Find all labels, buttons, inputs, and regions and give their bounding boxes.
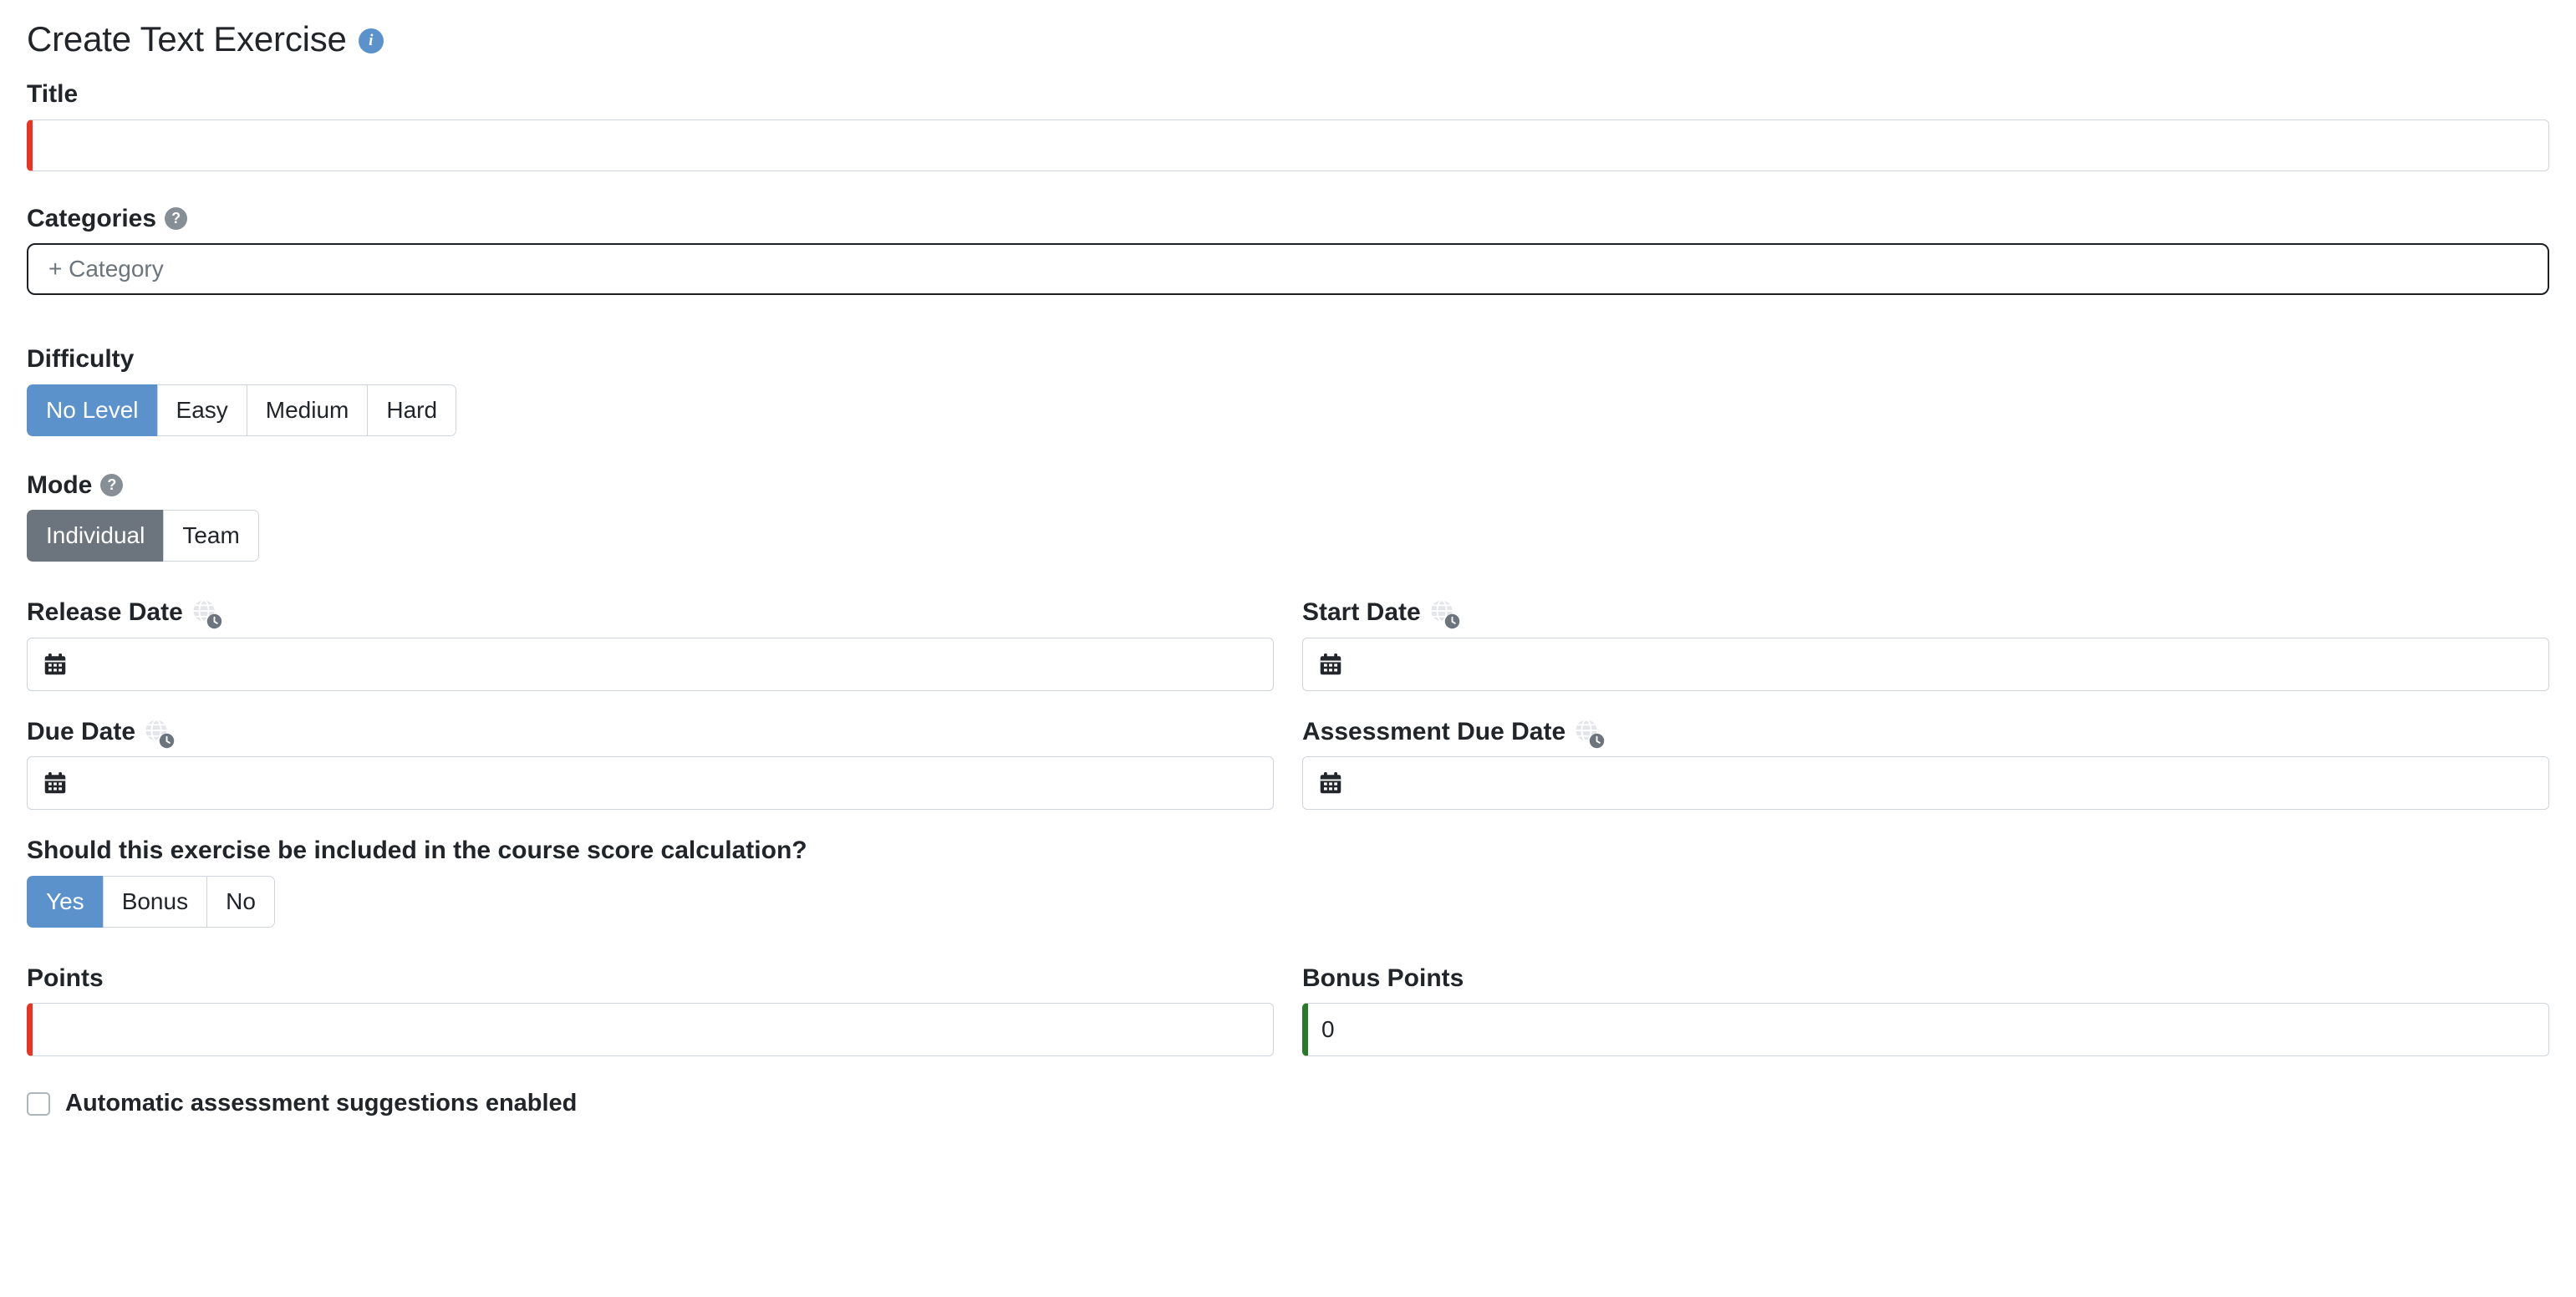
- categories-label: Categories ?: [27, 205, 2549, 234]
- difficulty-option-no-level[interactable]: No Level: [27, 384, 157, 436]
- due-date-label-text: Due Date: [27, 717, 136, 745]
- assessment-due-date-label-text: Assessment Due Date: [1302, 717, 1566, 745]
- start-date-field-group: Start Date: [1302, 598, 2549, 691]
- automatic-assessment-checkbox[interactable]: [27, 1091, 50, 1116]
- points-field-group: Points: [27, 964, 1274, 1056]
- included-in-score-option-no[interactable]: No: [206, 875, 275, 928]
- due-assessment-date-row: Due Date Assessment Due Date: [27, 717, 2549, 810]
- release-date-field-group: Release Date: [27, 598, 1274, 691]
- calendar-icon: [1320, 772, 1341, 794]
- points-row: Points Bonus Points 0: [27, 964, 2549, 1056]
- included-in-score-option-bonus[interactable]: Bonus: [102, 875, 207, 928]
- calendar-icon: [44, 772, 66, 794]
- help-icon[interactable]: ?: [100, 474, 124, 497]
- release-date-label-text: Release Date: [27, 598, 183, 626]
- automatic-assessment-label: Automatic assessment suggestions enabled: [65, 1090, 578, 1116]
- difficulty-option-easy[interactable]: Easy: [156, 384, 247, 436]
- difficulty-option-medium[interactable]: Medium: [246, 384, 368, 436]
- difficulty-button-group: No Level Easy Medium Hard: [27, 384, 457, 436]
- included-in-score-field-group: Should this exercise be included in the …: [27, 837, 2549, 928]
- title-label-text: Title: [27, 80, 79, 108]
- mode-field-group: Mode ? Individual Team: [27, 471, 2549, 562]
- release-start-date-row: Release Date Start Date: [27, 598, 2549, 691]
- help-icon[interactable]: ?: [165, 207, 188, 231]
- globe-clock-icon: [1574, 718, 1605, 748]
- mode-button-group: Individual Team: [27, 510, 259, 562]
- difficulty-field-group: Difficulty No Level Easy Medium Hard: [27, 345, 2549, 436]
- mode-option-individual[interactable]: Individual: [27, 510, 164, 562]
- info-icon[interactable]: i: [358, 28, 384, 53]
- assessment-due-date-label: Assessment Due Date: [1302, 717, 2549, 748]
- category-input[interactable]: + Category: [27, 243, 2549, 295]
- calendar-icon: [44, 653, 66, 674]
- assessment-due-date-input[interactable]: [1302, 756, 2549, 810]
- page-header: Create Text Exercise i: [27, 22, 2549, 57]
- bonus-points-field-group: Bonus Points 0: [1302, 964, 2549, 1056]
- release-date-input[interactable]: [27, 637, 1274, 691]
- points-label-text: Points: [27, 964, 104, 992]
- category-placeholder: + Category: [48, 256, 164, 282]
- globe-clock-icon: [1429, 598, 1459, 629]
- title-field-group: Title: [27, 80, 2549, 171]
- release-date-label: Release Date: [27, 598, 1274, 629]
- due-date-field-group: Due Date: [27, 717, 1274, 810]
- due-date-input[interactable]: [27, 756, 1274, 810]
- bonus-points-value: 0: [1321, 1016, 1335, 1042]
- start-date-label-text: Start Date: [1302, 598, 1421, 626]
- start-date-input[interactable]: [1302, 637, 2549, 691]
- automatic-assessment-row: Automatic assessment suggestions enabled: [27, 1090, 2549, 1117]
- bonus-points-label: Bonus Points: [1302, 964, 2549, 994]
- included-in-score-label-text: Should this exercise be included in the …: [27, 837, 807, 864]
- points-input[interactable]: [27, 1003, 1274, 1056]
- mode-option-team[interactable]: Team: [163, 510, 259, 562]
- title-input[interactable]: [27, 119, 2549, 171]
- assessment-due-date-field-group: Assessment Due Date: [1302, 717, 2549, 810]
- mode-label-text: Mode: [27, 470, 93, 499]
- bonus-points-input[interactable]: 0: [1302, 1003, 2549, 1056]
- difficulty-label-text: Difficulty: [27, 345, 135, 373]
- start-date-label: Start Date: [1302, 598, 2549, 629]
- bonus-points-label-text: Bonus Points: [1302, 964, 1464, 992]
- globe-clock-icon: [144, 718, 175, 748]
- page-title: Create Text Exercise: [27, 19, 347, 58]
- categories-label-text: Categories: [27, 204, 157, 232]
- difficulty-label: Difficulty: [27, 345, 2549, 374]
- create-text-exercise-form: Create Text Exercise i Title Categories …: [0, 0, 2576, 1117]
- included-in-score-label: Should this exercise be included in the …: [27, 837, 2549, 866]
- calendar-icon: [1320, 653, 1341, 674]
- mode-label: Mode ?: [27, 471, 2549, 501]
- included-in-score-button-group: Yes Bonus No: [27, 875, 275, 928]
- points-label: Points: [27, 964, 1274, 994]
- categories-field-group: Categories ? + Category: [27, 205, 2549, 295]
- included-in-score-option-yes[interactable]: Yes: [27, 875, 103, 928]
- title-label: Title: [27, 80, 2549, 109]
- due-date-label: Due Date: [27, 717, 1274, 748]
- globe-clock-icon: [191, 598, 222, 629]
- difficulty-option-hard[interactable]: Hard: [367, 384, 457, 436]
